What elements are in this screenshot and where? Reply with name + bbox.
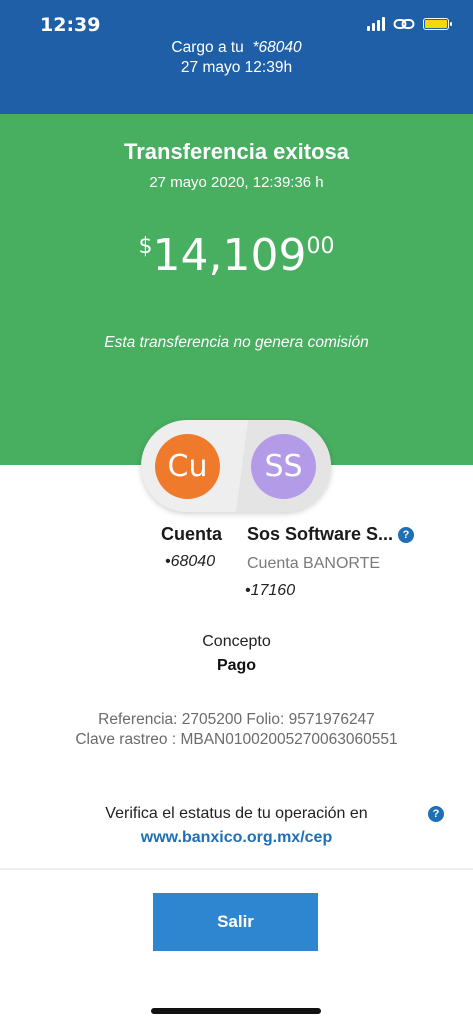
status-time: 12:39 [40, 14, 101, 36]
home-indicator[interactable] [151, 1008, 321, 1014]
origin-account: •68040 [165, 553, 215, 571]
reference-folio: Referencia: 2705200 Folio: 9571976247 [98, 711, 375, 728]
currency-symbol: $ [138, 234, 153, 259]
banxico-link[interactable]: www.banxico.org.mx/cep [0, 829, 473, 847]
origin-avatar: Cu [155, 434, 220, 499]
verify-text: Verifica el estatus de tu operación en [105, 805, 368, 822]
origin-name: Cuenta [161, 524, 223, 544]
cargo-label: Cargo a tu [171, 39, 244, 56]
reference-info: Referencia: 2705200 Folio: 9571976247 Cl… [0, 710, 473, 750]
concept-value: Pago [216, 657, 257, 674]
success-title: Transferencia exitosa [123, 139, 349, 164]
divider [0, 868, 473, 870]
cargo-account: *68040 [252, 39, 302, 56]
success-panel: Transferencia exitosa 27 mayo 2020, 12:3… [0, 114, 473, 465]
destination-bank: Cuenta BANORTE [247, 555, 381, 572]
verify-help-icon[interactable]: ? [428, 806, 444, 822]
header-bar: 12:39 Cargo a tu *68040 27 mayo 12:39h [0, 0, 473, 114]
destination-name: Sos Software S... [247, 524, 394, 544]
origin-account-number: 68040 [170, 553, 216, 570]
exit-button[interactable]: Salir [153, 893, 318, 951]
concept-label: Concepto [202, 633, 271, 650]
transfer-date: 27 mayo 2020, 12:39:36 h [149, 174, 324, 191]
cargo-datetime: 27 mayo 12:39h [180, 59, 293, 76]
transfer-amount: $14,10900 [0, 230, 473, 281]
tracking-key: Clave rastreo : MBAN01002005270063060551 [75, 731, 398, 748]
destination-account-number: 17160 [250, 582, 296, 599]
commission-note: Esta transferencia no genera comisión [104, 334, 369, 351]
cargo-info: Cargo a tu *68040 27 mayo 12:39h [0, 38, 473, 78]
amount-integer: 14,109 [152, 230, 307, 281]
link-icon [393, 19, 415, 29]
battery-icon [423, 18, 452, 30]
status-icons [367, 17, 452, 31]
destination-help-icon[interactable]: ? [398, 527, 414, 543]
destination-account: •17160 [245, 582, 295, 600]
amount-cents: 00 [306, 234, 335, 259]
destination-avatar: SS [251, 434, 316, 499]
signal-icon [367, 17, 385, 31]
accounts-pill: Cu SS [141, 420, 331, 512]
